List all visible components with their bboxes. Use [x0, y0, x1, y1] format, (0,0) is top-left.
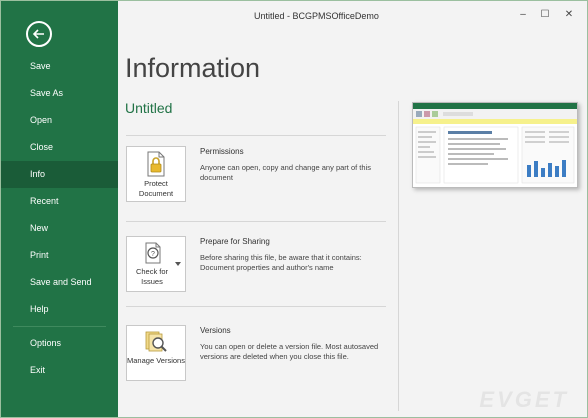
menu-item-save-as[interactable]: Save As: [1, 80, 118, 107]
document-name: Untitled: [125, 100, 173, 116]
check-for-issues-label: Check for Issues: [135, 267, 169, 286]
maximize-button[interactable]: ☐: [535, 7, 555, 23]
page-title: Information: [125, 53, 261, 83]
check-for-issues-button[interactable]: ? Check for Issues: [126, 236, 186, 292]
document-preview-image: [413, 103, 577, 184]
divider: [126, 221, 386, 222]
manage-versions-label: Manage Versions: [127, 356, 185, 365]
versions-title: Versions: [200, 326, 231, 335]
permissions-description: Anyone can open, copy and change any par…: [200, 163, 371, 182]
menu-item-help[interactable]: Help: [1, 296, 118, 323]
menu-item-recent[interactable]: Recent: [1, 188, 118, 215]
menu-item-close[interactable]: Close: [1, 134, 118, 161]
protect-document-button[interactable]: Protect Document: [126, 146, 186, 202]
divider: [126, 135, 386, 136]
menu-item-info[interactable]: Info: [1, 161, 118, 188]
menu-item-new[interactable]: New: [1, 215, 118, 242]
permissions-title: Permissions: [200, 147, 244, 156]
menu-item-print[interactable]: Print: [1, 242, 118, 269]
title-bar: Untitled - BCGPMSOfficeDemo – ☐ ✕: [118, 1, 587, 35]
window-title: Untitled - BCGPMSOfficeDemo: [254, 11, 379, 21]
menu-item-exit[interactable]: Exit: [1, 357, 118, 384]
watermark: EVGET: [479, 387, 569, 412]
close-button[interactable]: ✕: [559, 7, 579, 23]
protect-document-label: Protect Document: [138, 179, 174, 198]
menu-item-save[interactable]: Save: [1, 53, 118, 80]
vertical-divider: [398, 101, 399, 411]
prepare-sharing-title: Prepare for Sharing: [200, 237, 270, 246]
divider: [126, 306, 386, 307]
menu-item-open[interactable]: Open: [1, 107, 118, 134]
backstage-sidebar: Save Save As Open Close Info Recent New …: [1, 1, 118, 417]
chevron-down-icon: [175, 262, 181, 266]
back-button[interactable]: [26, 21, 52, 47]
manage-versions-button[interactable]: Manage Versions: [126, 325, 186, 381]
svg-text:?: ?: [151, 251, 155, 258]
prepare-sharing-description: Before sharing this file, be aware that …: [200, 253, 362, 272]
versions-description: You can open or delete a version file. M…: [200, 342, 379, 361]
backstage-menu: Save Save As Open Close Info Recent New …: [1, 53, 118, 384]
app-window: Save Save As Open Close Info Recent New …: [0, 0, 588, 418]
menu-item-save-and-send[interactable]: Save and Send: [1, 269, 118, 296]
back-arrow-icon: [32, 29, 44, 39]
inspect-document-icon: ?: [145, 242, 161, 264]
document-thumbnail: [412, 102, 578, 188]
versions-magnifier-icon: [145, 331, 167, 352]
menu-item-options[interactable]: Options: [1, 330, 118, 357]
menu-divider: [13, 326, 106, 327]
minimize-button[interactable]: –: [513, 7, 533, 23]
lock-document-icon: [147, 151, 165, 177]
